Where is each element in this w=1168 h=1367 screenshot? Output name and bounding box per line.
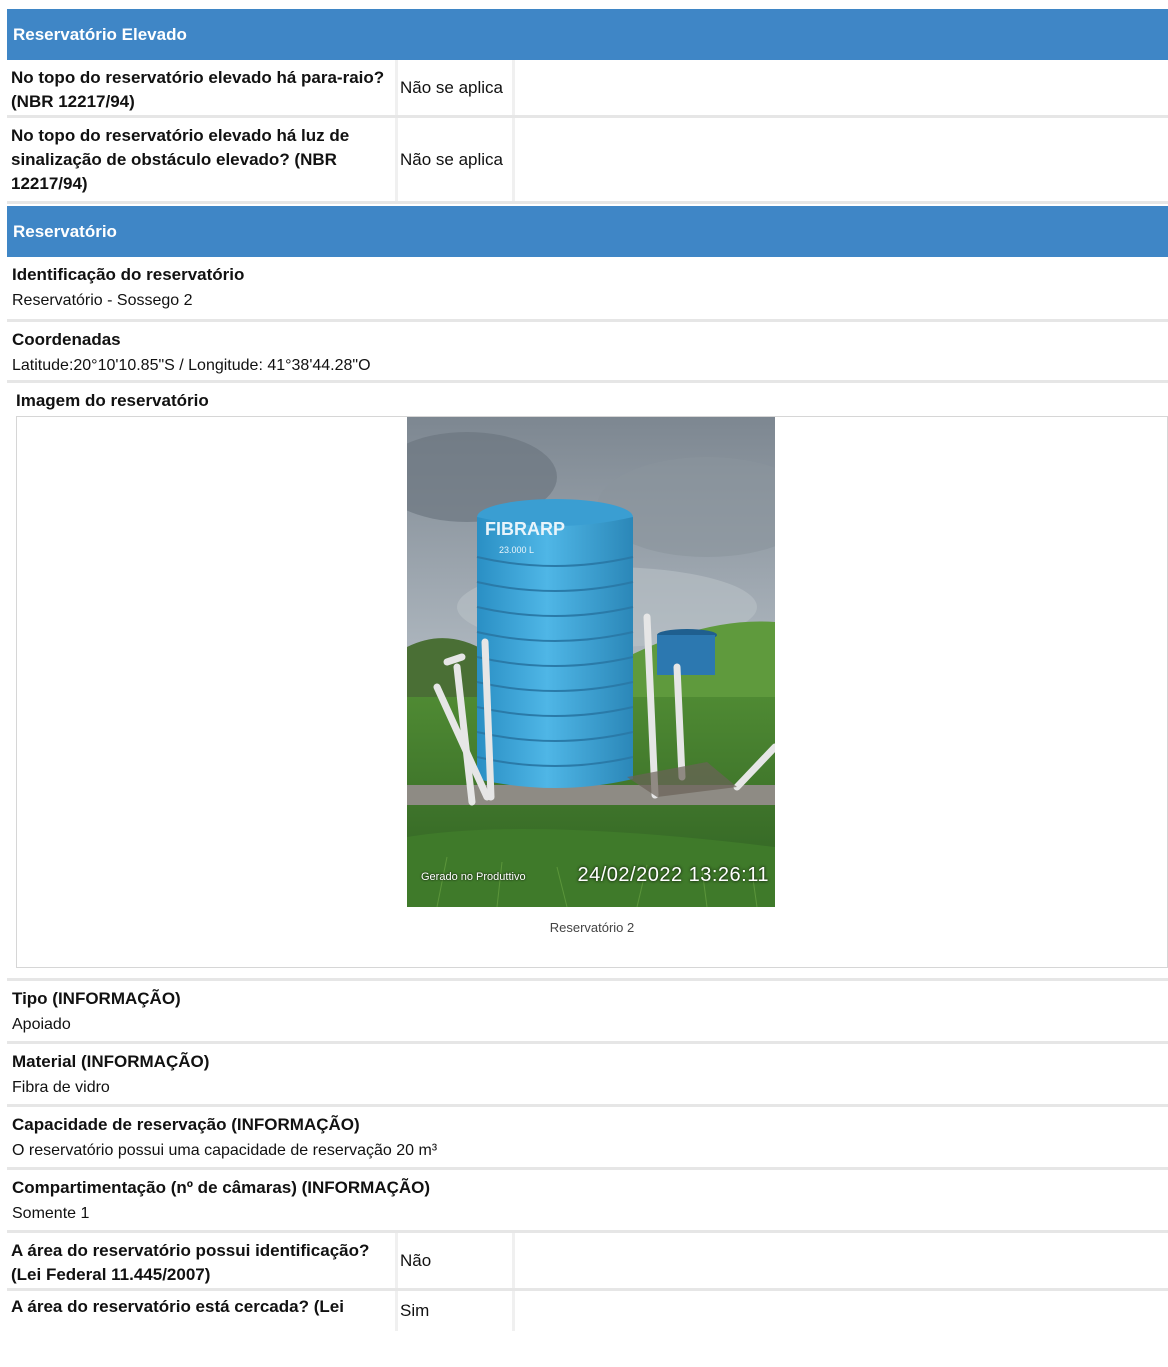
field-value: Latitude:20°10'10.85"S / Longitude: 41°3… [12,357,371,374]
field-label: Material (INFORMAÇÃO) [12,1052,210,1071]
photo-timestamp: 24/02/2022 13:26:11 [577,864,769,886]
answer-value: Não se aplica [398,60,515,115]
field-value: Fibra de vidro [12,1079,110,1096]
answer-value: Não se aplica [398,118,515,201]
question-label: No topo do reservatório elevado há luz d… [7,118,398,201]
section-header-reservatorio: Reservatório [7,206,1168,257]
divider [7,968,1168,981]
field-label: Capacidade de reservação (INFORMAÇÃO) [12,1115,360,1134]
question-row: A área do reservatório possui identifica… [7,1233,1168,1291]
field-label: Coordenadas [12,330,121,349]
image-caption: Reservatório 2 [549,920,635,935]
question-row: A área do reservatório está cercada? (Le… [7,1291,1168,1331]
field-tipo: Tipo (INFORMAÇÃO) Apoiado [7,981,1168,1044]
reservoir-photo[interactable]: FIBRARP 23.000 L Gerado no Produttivo 24… [407,417,775,907]
field-compartimentacao: Compartimentação (nº de câmaras) (INFORM… [7,1170,1168,1233]
field-identificacao: Identificação do reservatório Reservatór… [7,257,1168,322]
field-material: Material (INFORMAÇÃO) Fibra de vidro [7,1044,1168,1107]
question-label: A área do reservatório está cercada? (Le… [7,1291,398,1331]
question-row: No topo do reservatório elevado há luz d… [7,118,1168,204]
field-value: Somente 1 [12,1205,90,1222]
photo-watermark: Gerado no Produttivo [421,871,526,883]
empty-cell [515,118,1168,201]
field-value: O reservatório possui uma capacidade de … [12,1142,438,1159]
empty-cell [515,60,1168,115]
image-frame: FIBRARP 23.000 L Gerado no Produttivo 24… [16,416,1168,968]
tank-brand-text: FIBRARP [485,519,565,539]
answer-value: Não [398,1233,515,1288]
empty-cell [515,1291,1168,1331]
question-row: No topo do reservatório elevado há para-… [7,60,1168,118]
image-section: Imagem do reservatório FIBRARP 23.000 L … [7,383,1168,968]
section-header-reservatorio-elevado: Reservatório Elevado [7,9,1168,60]
field-value: Reservatório - Sossego 2 [12,292,193,309]
field-label: Identificação do reservatório [12,265,245,284]
field-label: Tipo (INFORMAÇÃO) [12,989,181,1008]
empty-cell [515,1233,1168,1288]
field-coordenadas: Coordenadas Latitude:20°10'10.85"S / Lon… [7,322,1168,383]
report-sheet: Reservatório Elevado No topo do reservat… [7,9,1168,1331]
question-label: A área do reservatório possui identifica… [7,1233,398,1288]
field-label: Compartimentação (nº de câmaras) (INFORM… [12,1178,431,1197]
tank-capacity-text: 23.000 L [499,545,534,555]
question-label: No topo do reservatório elevado há para-… [7,60,398,115]
field-label: Imagem do reservatório [16,391,209,410]
answer-value: Sim [398,1291,515,1331]
field-value: Apoiado [12,1016,71,1033]
field-capacidade: Capacidade de reservação (INFORMAÇÃO) O … [7,1107,1168,1170]
